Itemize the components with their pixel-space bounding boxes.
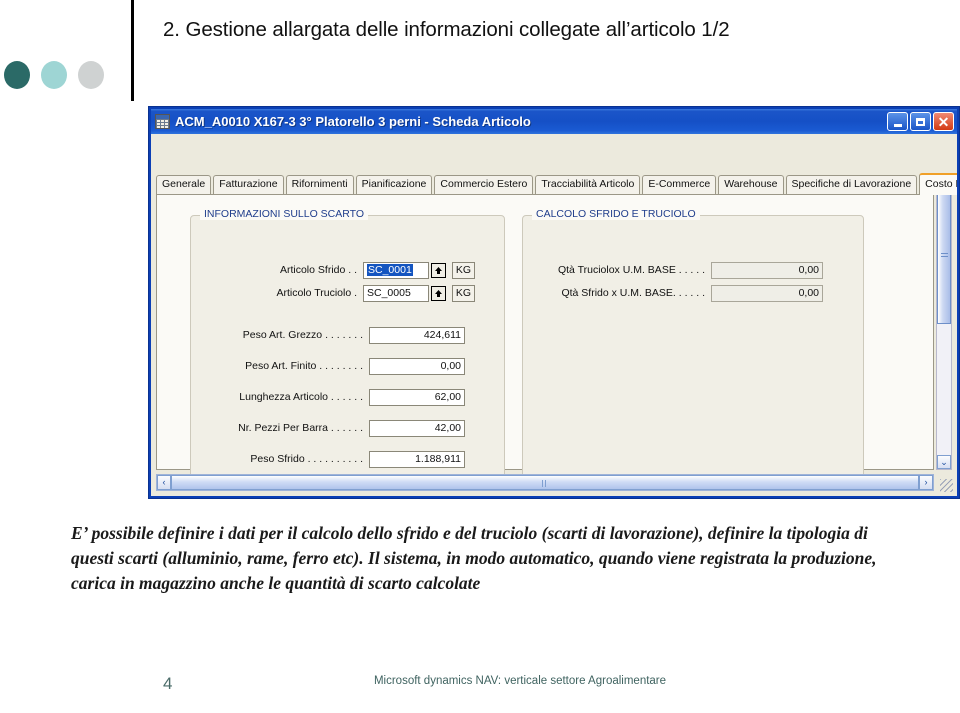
resize-grip-icon[interactable]: [940, 479, 953, 492]
page-number: 4: [163, 674, 173, 693]
tab-warehouse[interactable]: Warehouse: [718, 175, 784, 195]
input-nr-pezzi-per-barra[interactable]: 42,00: [369, 419, 465, 437]
lookup-arrow-icon-articolo-sfrido[interactable]: [431, 262, 446, 278]
maximize-button[interactable]: [910, 112, 931, 131]
label-peso-sfrido: Peso Sfrido . . . . . . . . . .: [250, 453, 363, 465]
field-row-lunghezza-articolo: Lunghezza Articolo . . . . . . 62,00: [211, 388, 465, 406]
scroll-thumb-grip: [941, 253, 948, 259]
minimize-button[interactable]: [887, 112, 908, 131]
input-articolo-sfrido-value: SC_0001: [367, 264, 413, 276]
input-qta-sfrido-um-base[interactable]: 0,00: [711, 284, 823, 302]
window-controls: ✕: [887, 112, 957, 131]
tab-rifornimenti[interactable]: Rifornimenti: [285, 175, 354, 195]
label-qta-sfrido-um-base: Qtà Sfrido x U.M. BASE. . . . . .: [561, 287, 705, 299]
footer-note: Microsoft dynamics NAV: verticale settor…: [373, 675, 667, 687]
field-row-articolo-truciolo: Articolo Truciolo . SC_0005 KG: [245, 284, 475, 302]
tab-commercio-estero[interactable]: Commercio Estero: [434, 175, 534, 195]
label-qta-truciolox-um-base: Qtà Truciolox U.M. BASE . . . . .: [557, 264, 705, 276]
field-row-peso-art-grezzo: Peso Art. Grezzo . . . . . . . 424,611: [211, 326, 465, 344]
input-peso-art-finito[interactable]: 0,00: [369, 357, 465, 375]
vertical-scroll-thumb[interactable]: [937, 188, 951, 324]
field-row-articolo-sfrido: Articolo Sfrido . . SC_0001 KG: [245, 261, 475, 279]
window-title-bar: ACM_A0010 X167-3 3° Platorello 3 perni -…: [151, 109, 957, 134]
field-row-qta-truciolox: Qtà Truciolox U.M. BASE . . . . . 0,00: [545, 261, 823, 279]
label-nr-pezzi-per-barra: Nr. Pezzi Per Barra . . . . . .: [238, 422, 363, 434]
slide-body-text: E’ possibile definire i dati per il calc…: [71, 523, 877, 593]
group-legend-scarto: INFORMAZIONI SULLO SCARTO: [200, 208, 369, 220]
restore-icon: [916, 117, 925, 126]
window-left-margin: [140, 106, 148, 499]
field-row-peso-art-finito: Peso Art. Finito . . . . . . . . 0,00: [211, 357, 465, 375]
tab-generale[interactable]: Generale: [156, 175, 212, 195]
dot-dark-teal: [4, 61, 30, 89]
field-row-peso-sfrido: Peso Sfrido . . . . . . . . . . 1.188,91…: [211, 450, 465, 468]
input-qta-truciolox-um-base[interactable]: 0,00: [711, 261, 823, 279]
tab-strip: Generale Fatturazione Rifornimenti Piani…: [156, 173, 957, 195]
scroll-left-icon[interactable]: ‹: [157, 475, 171, 490]
label-articolo-truciolo: Articolo Truciolo .: [276, 287, 357, 299]
window-title: ACM_A0010 X167-3 3° Platorello 3 perni -…: [175, 114, 531, 129]
input-articolo-truciolo[interactable]: SC_0005: [363, 284, 429, 302]
window-client-area: Generale Fatturazione Rifornimenti Piani…: [151, 134, 957, 496]
scroll-right-icon[interactable]: ›: [919, 475, 933, 490]
close-button[interactable]: ✕: [933, 112, 954, 131]
scroll-thumb-grip-h: [542, 480, 548, 487]
minimize-icon: [893, 123, 902, 127]
tab-content-panel: INFORMAZIONI SULLO SCARTO Articolo Sfrid…: [156, 194, 934, 491]
field-row-qta-sfrido: Qtà Sfrido x U.M. BASE. . . . . . 0,00: [545, 284, 823, 302]
unit-articolo-sfrido: KG: [452, 261, 475, 279]
slide-decorative-dots: [4, 61, 104, 89]
group-informazioni-sullo-scarto: INFORMAZIONI SULLO SCARTO Articolo Sfrid…: [190, 208, 505, 491]
label-peso-art-grezzo: Peso Art. Grezzo . . . . . . .: [242, 329, 363, 341]
label-articolo-sfrido: Articolo Sfrido . .: [279, 264, 357, 276]
input-articolo-sfrido[interactable]: SC_0001: [363, 261, 429, 279]
input-peso-art-grezzo[interactable]: 424,611: [369, 326, 465, 344]
horizontal-scrollbar[interactable]: ‹ ›: [156, 474, 934, 491]
group-calcolo-sfrido-e-truciolo: CALCOLO SFRIDO E TRUCIOLO Qtà Truciolox …: [522, 208, 864, 491]
dot-gray: [78, 61, 104, 89]
tab-tracciabilita-articolo[interactable]: Tracciabilità Articolo: [535, 175, 641, 195]
scroll-down-icon[interactable]: ⌄: [937, 455, 951, 469]
tab-pianificazione[interactable]: Pianificazione: [355, 175, 433, 195]
field-row-nr-pezzi-per-barra: Nr. Pezzi Per Barra . . . . . . 42,00: [211, 419, 465, 437]
tab-fatturazione[interactable]: Fatturazione: [213, 175, 284, 195]
header-vertical-rule: [131, 0, 134, 101]
tab-specifiche-di-lavorazione[interactable]: Specifiche di Lavorazione: [785, 175, 918, 195]
group-legend-calcolo: CALCOLO SFRIDO E TRUCIOLO: [532, 208, 700, 220]
application-window: ACM_A0010 X167-3 3° Platorello 3 perni -…: [148, 106, 960, 499]
close-icon: ✕: [937, 113, 950, 130]
unit-articolo-truciolo: KG: [452, 284, 475, 302]
label-peso-art-finito: Peso Art. Finito . . . . . . . .: [245, 360, 363, 372]
tab-e-commerce[interactable]: E-Commerce: [642, 175, 717, 195]
input-lunghezza-articolo[interactable]: 62,00: [369, 388, 465, 406]
table-grid-icon: [155, 114, 170, 129]
horizontal-scroll-thumb[interactable]: [171, 475, 919, 490]
label-lunghezza-articolo: Lunghezza Articolo . . . . . .: [239, 391, 363, 403]
vertical-scrollbar[interactable]: ⌃ ⌄: [936, 173, 952, 470]
page-title: 2. Gestione allargata delle informazioni…: [163, 18, 730, 41]
input-peso-sfrido[interactable]: 1.188,911: [369, 450, 465, 468]
dot-light-teal: [41, 61, 67, 89]
tab-costo-materie-prime[interactable]: Costo Materie Prime: [919, 173, 957, 195]
lookup-arrow-icon-articolo-truciolo[interactable]: [431, 285, 446, 301]
